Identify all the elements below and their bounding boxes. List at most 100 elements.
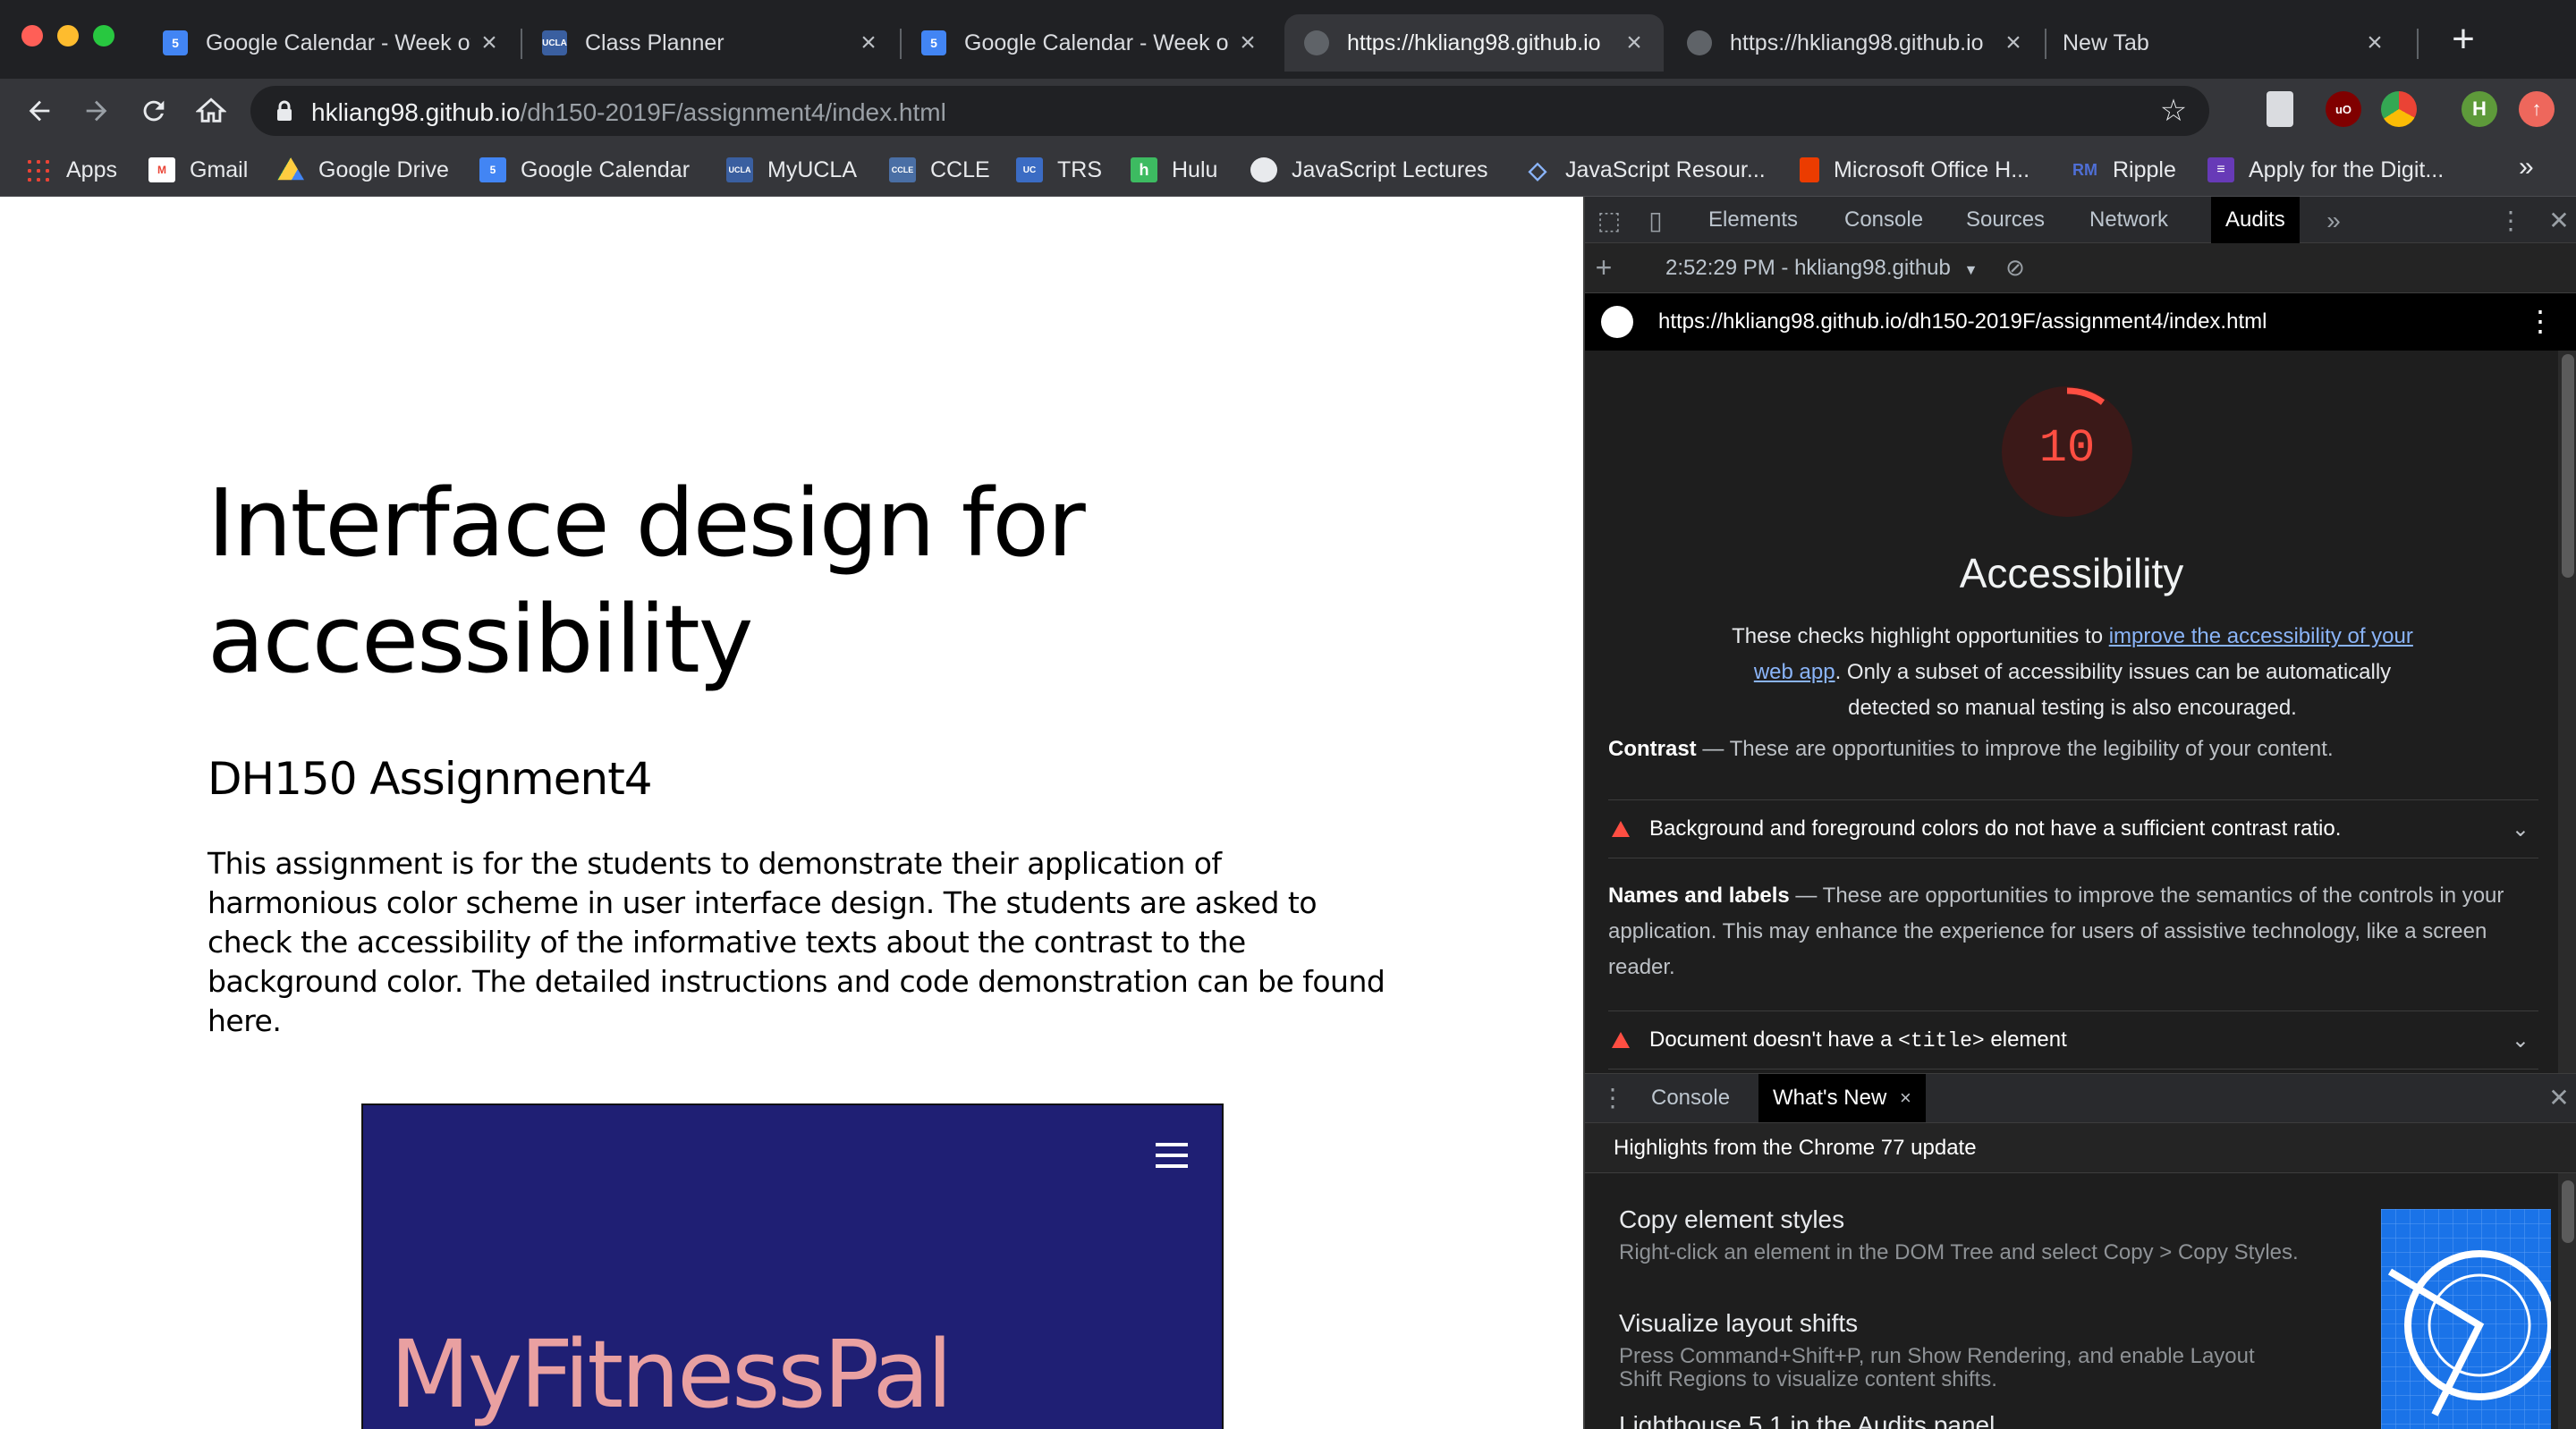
close-tab-icon[interactable]: × <box>1623 28 1646 58</box>
bookmark-label: Ripple <box>2113 156 2176 182</box>
bookmark-label: Gmail <box>190 156 249 182</box>
home-icon <box>196 97 226 123</box>
tab-sources[interactable]: Sources <box>1952 197 2059 243</box>
bookmark-apps[interactable]: Apps <box>25 152 117 188</box>
whats-new-item-title[interactable]: Copy element styles <box>1619 1205 1844 1234</box>
inspect-element-icon[interactable]: ⬚ <box>1594 206 1624 236</box>
bookmark-microsoft-office[interactable]: Microsoft Office H... <box>1800 152 2029 188</box>
close-tab-icon[interactable]: × <box>478 28 501 58</box>
close-tab-icon[interactable]: × <box>857 28 880 58</box>
bookmark-google-calendar[interactable]: 5 Google Calendar <box>479 152 690 188</box>
tab-title: Google Calendar - Week of <box>206 30 470 55</box>
drawer-tab-console[interactable]: Console <box>1637 1074 1744 1122</box>
close-drawer-icon[interactable]: ✕ <box>2544 1083 2574 1113</box>
chevron-down-icon: ⌄ <box>2511 817 2529 841</box>
drawer-tab-bar: ⋮ Console What's New × ✕ <box>1585 1073 2576 1123</box>
group-description: These are opportunities to improve the l… <box>1729 737 2334 761</box>
close-devtools-icon[interactable]: ✕ <box>2544 206 2574 236</box>
chrome-extension-icon[interactable] <box>2381 91 2417 127</box>
lighthouse-icon <box>1601 306 1633 338</box>
bookmark-apply-digital[interactable]: ≡ Apply for the Digit... <box>2207 152 2444 188</box>
whats-new-item-title[interactable]: Lighthouse 5.1 in the Audits panel <box>1619 1411 1995 1429</box>
audit-title-text: Document doesn't have a <box>1649 1027 1899 1052</box>
group-dash: — <box>1696 737 1730 761</box>
hamburger-menu-icon[interactable] <box>1156 1143 1188 1168</box>
tab-audits[interactable]: Audits <box>2211 197 2300 243</box>
tab-elements[interactable]: Elements <box>1694 197 1812 243</box>
lock-icon[interactable] <box>275 100 293 122</box>
whats-new-scrollbar[interactable] <box>2558 1173 2576 1429</box>
audit-title: Background and foreground colors do not … <box>1649 816 2342 841</box>
browser-tab[interactable]: https://hkliang98.github.io × <box>1667 14 2043 72</box>
close-tab-icon[interactable]: × <box>1236 28 1259 58</box>
tab-console[interactable]: Console <box>1830 197 1937 243</box>
report-url[interactable]: https://hkliang98.github.io/dh150-2019F/… <box>1658 309 2267 334</box>
browser-tab[interactable]: 5 Google Calendar - Week of × <box>902 14 1277 72</box>
bookmark-label: Hulu <box>1172 156 1218 182</box>
browser-toolbar: hkliang98.github.io/dh150-2019F/assignme… <box>0 79 2576 143</box>
scrollbar-thumb[interactable] <box>2562 1180 2574 1243</box>
close-window-button[interactable] <box>21 25 43 47</box>
whats-new-item-title[interactable]: Visualize layout shifts <box>1619 1309 1858 1338</box>
embed-title: MyFitnessPal <box>390 1320 953 1429</box>
audit-title-code: <title> <box>1898 1029 1985 1053</box>
browser-tab[interactable]: 5 Google Calendar - Week of × <box>143 14 519 72</box>
audit-color-contrast[interactable]: Background and foreground colors do not … <box>1608 799 2538 858</box>
url-text[interactable]: hkliang98.github.io/dh150-2019F/assignme… <box>311 98 946 127</box>
zoom-window-button[interactable] <box>93 25 114 47</box>
back-button[interactable] <box>18 89 61 132</box>
more-tabs-icon[interactable]: » <box>2318 206 2349 236</box>
ccle-icon: CCLE <box>889 157 916 182</box>
report-scrollbar[interactable] <box>2558 351 2576 1073</box>
tab-title: Class Planner <box>585 30 724 55</box>
device-toolbar-icon[interactable]: ▯ <box>1640 206 1671 236</box>
browser-tab[interactable]: UCLA Class Planner × <box>522 14 898 72</box>
bookmark-hulu[interactable]: h Hulu <box>1131 152 1217 188</box>
address-bar[interactable]: hkliang98.github.io/dh150-2019F/assignme… <box>250 86 2209 136</box>
bookmark-gmail[interactable]: M Gmail <box>148 152 248 188</box>
bookmarks-overflow-button[interactable]: » <box>2519 152 2534 182</box>
bookmark-javascript-resources[interactable]: ◇ JavaScript Resour... <box>1524 152 1766 188</box>
drawer-tab-whats-new[interactable]: What's New × <box>1758 1074 1926 1122</box>
update-icon[interactable]: ↑ <box>2519 91 2555 127</box>
assignment-description: This assignment is for the students to d… <box>208 846 1385 1038</box>
url-path: /dh150-2019F/assignment4/index.html <box>520 98 946 126</box>
reload-button[interactable] <box>132 89 175 132</box>
minimize-window-button[interactable] <box>57 25 79 47</box>
audit-title: Document doesn't have a <title> element <box>1649 1027 2067 1053</box>
new-tab-button[interactable]: + <box>2442 18 2485 61</box>
bookmark-ripple[interactable]: RM Ripple <box>2072 152 2176 188</box>
tab-title: New Tab <box>2063 30 2149 55</box>
group-dash: — <box>1789 884 1823 908</box>
calendar-icon: 5 <box>921 30 946 55</box>
document-extension-icon[interactable] <box>2267 91 2293 127</box>
browser-tab-active[interactable]: https://hkliang98.github.io × <box>1284 14 1664 72</box>
close-tab-icon[interactable]: × <box>1900 1087 1911 1109</box>
new-audit-icon[interactable]: + <box>1589 252 1619 283</box>
bookmark-trs[interactable]: UC TRS <box>1016 152 1102 188</box>
report-menu-icon[interactable]: ⋮ <box>2526 304 2555 338</box>
audit-document-title[interactable]: Document doesn't have a <title> element … <box>1608 1010 2538 1070</box>
category-title: Accessibility <box>1959 550 2184 596</box>
home-button[interactable] <box>190 89 233 132</box>
bookmark-google-drive[interactable]: Google Drive <box>277 152 449 188</box>
browser-tab[interactable]: New Tab × <box>2046 14 2404 72</box>
ublock-icon[interactable]: uO <box>2326 91 2361 127</box>
whats-new-header: Highlights from the Chrome 77 update <box>1585 1123 2576 1173</box>
bookmark-label: JavaScript Lectures <box>1292 156 1488 182</box>
bookmark-myucla[interactable]: UCLA MyUCLA <box>726 152 857 188</box>
forward-button[interactable] <box>75 89 118 132</box>
audit-run-select[interactable]: 2:52:29 PM - hkliang98.github ▼ <box>1665 256 1978 281</box>
bookmark-javascript-lectures[interactable]: JavaScript Lectures <box>1250 152 1488 188</box>
scrollbar-thumb[interactable] <box>2562 354 2574 578</box>
kebab-menu-icon[interactable]: ⋮ <box>2496 206 2526 236</box>
bookmark-ccle[interactable]: CCLE CCLE <box>889 152 990 188</box>
close-tab-icon[interactable]: × <box>2002 28 2025 58</box>
whats-new-item-body: Press Command+Shift+P, run Show Renderin… <box>1619 1344 2255 1391</box>
close-tab-icon[interactable]: × <box>2363 28 2386 58</box>
clear-icon[interactable]: ⊘ <box>2000 252 2030 283</box>
avatar[interactable]: H <box>2462 91 2497 127</box>
tab-network[interactable]: Network <box>2075 197 2182 243</box>
drawer-menu-icon[interactable]: ⋮ <box>1597 1083 1628 1113</box>
bookmark-star-icon[interactable]: ☆ <box>2156 93 2191 129</box>
